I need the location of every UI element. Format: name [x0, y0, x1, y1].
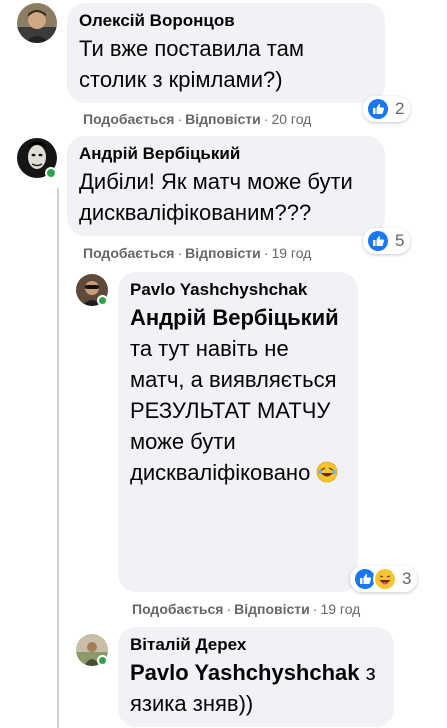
- reaction-count: 2: [395, 99, 405, 118]
- mention-link[interactable]: Андрій Вербіцький: [130, 305, 339, 330]
- reply-link[interactable]: Відповісти: [185, 111, 261, 127]
- reactions-summary[interactable]: 3: [350, 566, 418, 592]
- comment-actions: Подобається · Відповісти · 20 год: [83, 111, 312, 127]
- online-status-icon: [97, 655, 108, 666]
- comment-text: Pavlo Yashchyshchak з язика зняв)): [130, 657, 380, 719]
- reactions-summary[interactable]: 2: [363, 96, 411, 122]
- comment-author[interactable]: Олексій Воронцов: [79, 10, 373, 32]
- comment-text: Андрій Вербіцький та тут навіть не матч,…: [130, 302, 340, 488]
- like-icon: [366, 97, 390, 121]
- comment-time[interactable]: 19 год: [271, 245, 311, 261]
- mention-link[interactable]: Pavlo Yashchyshchak: [130, 660, 360, 685]
- comment-bubble: Віталій Дерех Pavlo Yashchyshchak з язик…: [118, 627, 394, 727]
- haha-icon: [373, 567, 397, 591]
- comment-author[interactable]: Андрій Вербіцький: [79, 143, 373, 165]
- comment-author[interactable]: Віталій Дерех: [130, 634, 380, 656]
- like-link[interactable]: Подобається: [83, 245, 174, 261]
- comment-author[interactable]: Pavlo Yashchyshchak: [130, 279, 340, 301]
- comment-bubble: Олексій Воронцов Ти вже поставила там ст…: [67, 3, 385, 103]
- comment-actions: Подобається · Відповісти · 19 год: [132, 601, 361, 617]
- comment-actions: Подобається · Відповісти · 19 год: [83, 245, 312, 261]
- comment-bubble: Андрій Вербіцький Дибіли! Як матч може б…: [67, 136, 385, 236]
- reaction-count: 5: [395, 231, 405, 250]
- reply-link[interactable]: Відповісти: [185, 245, 261, 261]
- thread-line: [57, 188, 59, 728]
- comment-time[interactable]: 19 год: [320, 601, 360, 617]
- comment-body: та тут навіть не матч, а виявляється РЕЗ…: [130, 336, 337, 485]
- comment-text: Ти вже поставила там столик з крімлами?): [79, 36, 304, 92]
- like-icon: [366, 229, 390, 253]
- avatar-image: [17, 3, 57, 43]
- rolling-laughing-emoji: [316, 460, 338, 483]
- reaction-count: 3: [402, 569, 412, 588]
- reactions-summary[interactable]: 5: [363, 228, 411, 254]
- online-status-icon: [45, 167, 57, 179]
- avatar[interactable]: [17, 3, 57, 43]
- reply-link[interactable]: Відповісти: [234, 601, 310, 617]
- comment-time[interactable]: 20 год: [271, 111, 311, 127]
- like-link[interactable]: Подобається: [83, 111, 174, 127]
- comment-bubble: Pavlo Yashchyshchak Андрій Вербіцький та…: [118, 272, 358, 592]
- like-link[interactable]: Подобається: [132, 601, 223, 617]
- comment-text: Дибіли! Як матч може бути дискваліфікова…: [79, 169, 353, 225]
- online-status-icon: [97, 295, 108, 306]
